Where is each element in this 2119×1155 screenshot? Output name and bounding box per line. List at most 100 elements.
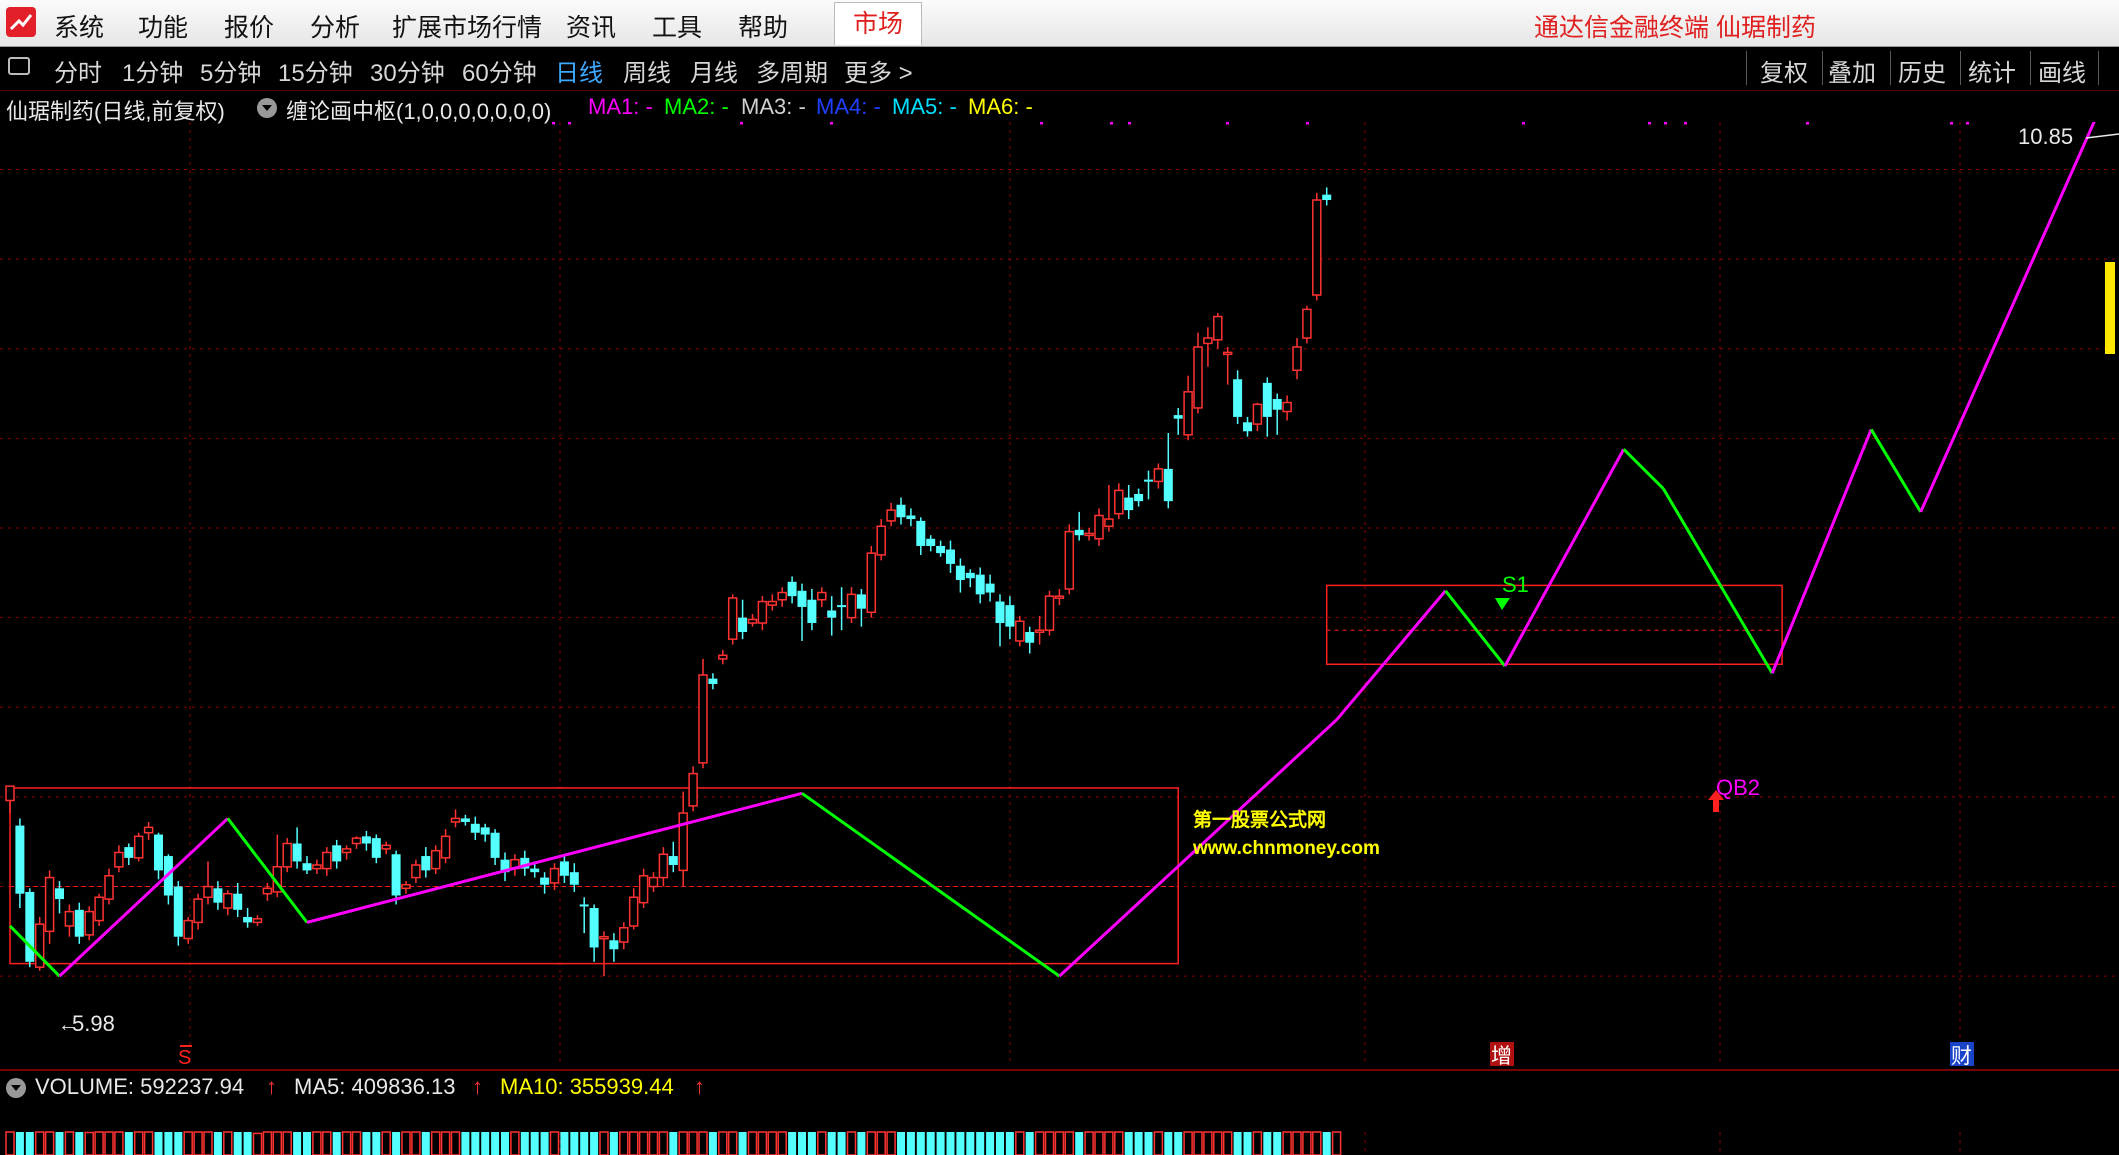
volume-bar [143, 1131, 154, 1155]
volume-menu-icon[interactable] [6, 1078, 26, 1098]
menu-quote[interactable]: 报价 [224, 8, 274, 44]
volume-bar [1025, 1132, 1034, 1155]
volume-bar [648, 1131, 659, 1155]
candle-body [955, 565, 965, 581]
signal-dot [1806, 122, 1809, 125]
menu-news[interactable]: 资讯 [566, 8, 616, 44]
volume-bar [411, 1131, 421, 1155]
indicator-menu-icon[interactable] [257, 98, 277, 118]
menu-help[interactable]: 帮助 [738, 8, 788, 44]
volume-bar [540, 1132, 549, 1155]
volume-bar [491, 1132, 500, 1155]
volume-bar [628, 1131, 639, 1155]
candle-body [846, 593, 857, 619]
volume-bar [1282, 1131, 1292, 1155]
volume-up-arrow-icon: ↑ [266, 1074, 277, 1099]
volume-bar [174, 1132, 183, 1155]
volume-bar [757, 1131, 768, 1155]
period-60min[interactable]: 60分钟 [462, 53, 537, 88]
volume-bar [223, 1131, 233, 1155]
period-daily[interactable]: 日线 [555, 53, 603, 88]
period-multi[interactable]: 多周期 [756, 53, 828, 88]
volume-bar [906, 1132, 915, 1155]
signal-dot [1110, 122, 1113, 125]
volume-bar [332, 1132, 341, 1155]
bi-stroke-line [58, 817, 229, 978]
menu-extended-market[interactable]: 扩展市场行情 [392, 8, 542, 44]
ma1-label: MA1: - [588, 94, 653, 119]
candle-body [1213, 315, 1223, 341]
volume-bar [1233, 1132, 1242, 1155]
volume-bar [1292, 1131, 1302, 1155]
period-15min[interactable]: 15分钟 [278, 53, 353, 88]
candle-body [787, 581, 797, 597]
candle-body [807, 599, 817, 624]
volume-bar [372, 1132, 381, 1155]
chart-legend: 仙琚制药(日线,前复权) 缠论画中枢(1,0,0,0,0,0,0,0) MA1:… [0, 92, 2119, 124]
volume-bar [549, 1131, 560, 1155]
candle-body [718, 654, 728, 660]
candle-body [797, 590, 807, 607]
volume-bar [272, 1131, 283, 1155]
candle-body [688, 772, 698, 807]
volume-bar [401, 1131, 411, 1155]
volume-bar [926, 1132, 935, 1155]
bi-stroke-line [1662, 487, 1774, 674]
candle-body [312, 864, 322, 870]
volume-bar [34, 1131, 45, 1155]
candle-body [154, 834, 163, 871]
volume-bar [520, 1132, 529, 1155]
candle-body [391, 854, 401, 896]
volume-bar [590, 1132, 599, 1155]
s1-arrow-icon [1495, 598, 1510, 610]
period-5min[interactable]: 5分钟 [200, 53, 261, 88]
bi-stroke-line [306, 791, 803, 924]
candle-body [1312, 199, 1322, 296]
period-timeshare[interactable]: 分时 [54, 53, 102, 88]
candle-body [1252, 403, 1263, 425]
volume-bar [1222, 1131, 1233, 1155]
signal-dot [740, 122, 743, 125]
candle-body [936, 545, 946, 554]
marker-zeng: 增 [1491, 1045, 1512, 1068]
candle-body [619, 927, 629, 943]
period-weekly[interactable]: 周线 [623, 53, 671, 88]
overlay-button[interactable]: 叠加 [1828, 53, 1876, 88]
volume-bar [1183, 1131, 1193, 1155]
candle-body [1222, 351, 1233, 356]
adjust-button[interactable]: 复权 [1760, 53, 1808, 88]
candle-body [381, 844, 391, 850]
stats-button[interactable]: 统计 [1968, 53, 2016, 88]
volume-bar [798, 1132, 806, 1155]
volume-bar [203, 1131, 213, 1155]
candle-body [757, 600, 768, 624]
candle-body [223, 892, 233, 909]
menu-analysis[interactable]: 分析 [310, 8, 360, 44]
bi-stroke-line [1869, 428, 1922, 513]
volume-bar [897, 1132, 905, 1155]
period-30min[interactable]: 30分钟 [370, 53, 445, 88]
period-more[interactable]: 更多 > [844, 53, 913, 88]
period-monthly[interactable]: 月线 [690, 53, 738, 88]
history-button[interactable]: 历史 [1898, 53, 1946, 88]
candle-body [906, 515, 916, 520]
menu-function[interactable]: 功能 [138, 8, 188, 44]
ma3-label: MA3: - [741, 94, 806, 119]
kline-chart[interactable]: ←5.9810.85S1QB2S 增财 [0, 122, 2119, 1155]
volume-bar [461, 1132, 470, 1155]
volume-bar [1015, 1131, 1025, 1155]
candle-body [143, 826, 154, 834]
menu-system[interactable]: 系统 [54, 8, 104, 44]
panel-toggle-icon[interactable] [8, 57, 30, 75]
volume-bar [133, 1131, 144, 1155]
brand-title: 通达信金融终端 仙琚制药 [1534, 14, 1816, 42]
ma5-label: MA5: - [892, 94, 957, 119]
candle-body [1163, 468, 1173, 502]
period-1min[interactable]: 1分钟 [122, 53, 183, 88]
candle-body [599, 935, 609, 940]
menu-tools[interactable]: 工具 [652, 8, 702, 44]
candle-body [777, 591, 787, 601]
draw-button[interactable]: 画线 [2038, 53, 2086, 88]
market-tab[interactable]: 市场 [834, 2, 922, 45]
volume-bar [619, 1131, 629, 1155]
